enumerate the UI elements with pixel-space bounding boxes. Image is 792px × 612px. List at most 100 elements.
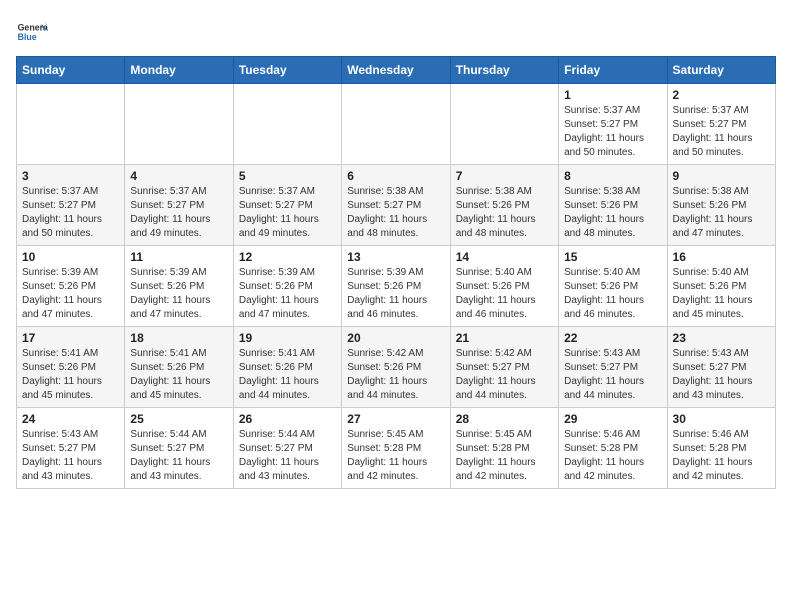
day-number: 30 [673, 412, 770, 426]
day-info: Sunrise: 5:42 AM Sunset: 5:26 PM Dayligh… [347, 347, 444, 403]
day-number: 17 [22, 331, 119, 345]
day-number: 26 [239, 412, 336, 426]
calendar-cell: 26 Sunrise: 5:44 AM Sunset: 5:27 PM Dayli… [233, 408, 341, 489]
day-number: 11 [130, 250, 227, 264]
day-number: 14 [456, 250, 553, 264]
day-header-tuesday: Tuesday [233, 57, 341, 84]
calendar-cell: 18 Sunrise: 5:41 AM Sunset: 5:26 PM Dayli… [125, 327, 233, 408]
week-row-3: 10 Sunrise: 5:39 AM Sunset: 5:26 PM Dayli… [17, 246, 776, 327]
day-info: Sunrise: 5:39 AM Sunset: 5:26 PM Dayligh… [22, 266, 119, 322]
calendar-table: SundayMondayTuesdayWednesdayThursdayFrid… [16, 56, 776, 489]
day-number: 28 [456, 412, 553, 426]
calendar-cell: 20 Sunrise: 5:42 AM Sunset: 5:26 PM Dayli… [342, 327, 450, 408]
calendar-cell: 29 Sunrise: 5:46 AM Sunset: 5:28 PM Dayli… [559, 408, 667, 489]
day-header-friday: Friday [559, 57, 667, 84]
day-number: 7 [456, 169, 553, 183]
calendar-cell: 22 Sunrise: 5:43 AM Sunset: 5:27 PM Dayli… [559, 327, 667, 408]
week-row-5: 24 Sunrise: 5:43 AM Sunset: 5:27 PM Dayli… [17, 408, 776, 489]
calendar-cell: 8Sunrise: 5:38 AM Sunset: 5:26 PM Daylig… [559, 165, 667, 246]
day-info: Sunrise: 5:41 AM Sunset: 5:26 PM Dayligh… [239, 347, 336, 403]
day-info: Sunrise: 5:44 AM Sunset: 5:27 PM Dayligh… [239, 428, 336, 484]
calendar-cell: 30 Sunrise: 5:46 AM Sunset: 5:28 PM Dayli… [667, 408, 775, 489]
calendar-cell: 7 Sunrise: 5:38 AM Sunset: 5:26 PM Daylig… [450, 165, 558, 246]
calendar-cell: 13 Sunrise: 5:39 AM Sunset: 5:26 PM Dayli… [342, 246, 450, 327]
day-number: 3 [22, 169, 119, 183]
day-number: 22 [564, 331, 661, 345]
day-header-sunday: Sunday [17, 57, 125, 84]
day-info: Sunrise: 5:41 AM Sunset: 5:26 PM Dayligh… [130, 347, 227, 403]
day-number: 9 [673, 169, 770, 183]
day-number: 16 [673, 250, 770, 264]
calendar-cell: 28 Sunrise: 5:45 AM Sunset: 5:28 PM Dayli… [450, 408, 558, 489]
calendar-cell [233, 84, 341, 165]
calendar-cell: 12 Sunrise: 5:39 AM Sunset: 5:26 PM Dayli… [233, 246, 341, 327]
day-info: Sunrise: 5:43 AM Sunset: 5:27 PM Dayligh… [564, 347, 661, 403]
day-info: Sunrise: 5:40 AM Sunset: 5:26 PM Dayligh… [673, 266, 770, 322]
logo-icon: General Blue [16, 16, 48, 48]
day-number: 8 [564, 169, 661, 183]
calendar-cell: 9 Sunrise: 5:38 AM Sunset: 5:26 PM Daylig… [667, 165, 775, 246]
day-number: 10 [22, 250, 119, 264]
day-number: 25 [130, 412, 227, 426]
calendar-cell: 5 Sunrise: 5:37 AM Sunset: 5:27 PM Daylig… [233, 165, 341, 246]
day-info: Sunrise: 5:42 AM Sunset: 5:27 PM Dayligh… [456, 347, 553, 403]
day-info: Sunrise: 5:41 AM Sunset: 5:26 PM Dayligh… [22, 347, 119, 403]
day-info: Sunrise: 5:46 AM Sunset: 5:28 PM Dayligh… [673, 428, 770, 484]
day-header-saturday: Saturday [667, 57, 775, 84]
day-number: 20 [347, 331, 444, 345]
calendar-cell: 11 Sunrise: 5:39 AM Sunset: 5:26 PM Dayli… [125, 246, 233, 327]
calendar-cell: 27Sunrise: 5:45 AM Sunset: 5:28 PM Dayli… [342, 408, 450, 489]
week-row-2: 3 Sunrise: 5:37 AM Sunset: 5:27 PM Daylig… [17, 165, 776, 246]
day-info: Sunrise: 5:43 AM Sunset: 5:27 PM Dayligh… [673, 347, 770, 403]
day-info: Sunrise: 5:38 AM Sunset: 5:26 PM Dayligh… [673, 185, 770, 241]
day-number: 23 [673, 331, 770, 345]
calendar-cell: 3 Sunrise: 5:37 AM Sunset: 5:27 PM Daylig… [17, 165, 125, 246]
day-info: Sunrise: 5:39 AM Sunset: 5:26 PM Dayligh… [130, 266, 227, 322]
calendar-cell: 2 Sunrise: 5:37 AM Sunset: 5:27 PM Daylig… [667, 84, 775, 165]
day-number: 24 [22, 412, 119, 426]
day-info: Sunrise: 5:46 AM Sunset: 5:28 PM Dayligh… [564, 428, 661, 484]
day-number: 18 [130, 331, 227, 345]
calendar-cell: 25 Sunrise: 5:44 AM Sunset: 5:27 PM Dayli… [125, 408, 233, 489]
calendar-cell: 4 Sunrise: 5:37 AM Sunset: 5:27 PM Daylig… [125, 165, 233, 246]
calendar-cell: 24 Sunrise: 5:43 AM Sunset: 5:27 PM Dayli… [17, 408, 125, 489]
day-number: 4 [130, 169, 227, 183]
day-info: Sunrise: 5:45 AM Sunset: 5:28 PM Dayligh… [347, 428, 444, 484]
svg-text:Blue: Blue [18, 32, 37, 42]
calendar-cell [450, 84, 558, 165]
day-number: 1 [564, 88, 661, 102]
calendar-cell: 1 Sunrise: 5:37 AM Sunset: 5:27 PM Daylig… [559, 84, 667, 165]
day-number: 2 [673, 88, 770, 102]
day-info: Sunrise: 5:44 AM Sunset: 5:27 PM Dayligh… [130, 428, 227, 484]
logo: General Blue [16, 16, 48, 48]
calendar-cell: 10 Sunrise: 5:39 AM Sunset: 5:26 PM Dayli… [17, 246, 125, 327]
calendar-cell [125, 84, 233, 165]
header: General Blue [16, 16, 776, 48]
day-header-monday: Monday [125, 57, 233, 84]
day-info: Sunrise: 5:43 AM Sunset: 5:27 PM Dayligh… [22, 428, 119, 484]
week-row-1: 1 Sunrise: 5:37 AM Sunset: 5:27 PM Daylig… [17, 84, 776, 165]
day-number: 21 [456, 331, 553, 345]
day-info: Sunrise: 5:40 AM Sunset: 5:26 PM Dayligh… [564, 266, 661, 322]
day-info: Sunrise: 5:39 AM Sunset: 5:26 PM Dayligh… [347, 266, 444, 322]
day-info: Sunrise: 5:37 AM Sunset: 5:27 PM Dayligh… [239, 185, 336, 241]
day-header-thursday: Thursday [450, 57, 558, 84]
day-number: 29 [564, 412, 661, 426]
day-number: 19 [239, 331, 336, 345]
day-info: Sunrise: 5:45 AM Sunset: 5:28 PM Dayligh… [456, 428, 553, 484]
day-info: Sunrise: 5:39 AM Sunset: 5:26 PM Dayligh… [239, 266, 336, 322]
day-number: 12 [239, 250, 336, 264]
day-number: 5 [239, 169, 336, 183]
calendar-cell: 14Sunrise: 5:40 AM Sunset: 5:26 PM Dayli… [450, 246, 558, 327]
day-info: Sunrise: 5:37 AM Sunset: 5:27 PM Dayligh… [130, 185, 227, 241]
calendar-cell [342, 84, 450, 165]
calendar-cell: 19 Sunrise: 5:41 AM Sunset: 5:26 PM Dayli… [233, 327, 341, 408]
day-info: Sunrise: 5:37 AM Sunset: 5:27 PM Dayligh… [22, 185, 119, 241]
day-number: 13 [347, 250, 444, 264]
calendar-cell: 6Sunrise: 5:38 AM Sunset: 5:27 PM Daylig… [342, 165, 450, 246]
calendar-cell: 16 Sunrise: 5:40 AM Sunset: 5:26 PM Dayli… [667, 246, 775, 327]
calendar-cell: 21 Sunrise: 5:42 AM Sunset: 5:27 PM Dayli… [450, 327, 558, 408]
day-info: Sunrise: 5:37 AM Sunset: 5:27 PM Dayligh… [564, 104, 661, 160]
day-info: Sunrise: 5:38 AM Sunset: 5:26 PM Dayligh… [456, 185, 553, 241]
day-info: Sunrise: 5:37 AM Sunset: 5:27 PM Dayligh… [673, 104, 770, 160]
